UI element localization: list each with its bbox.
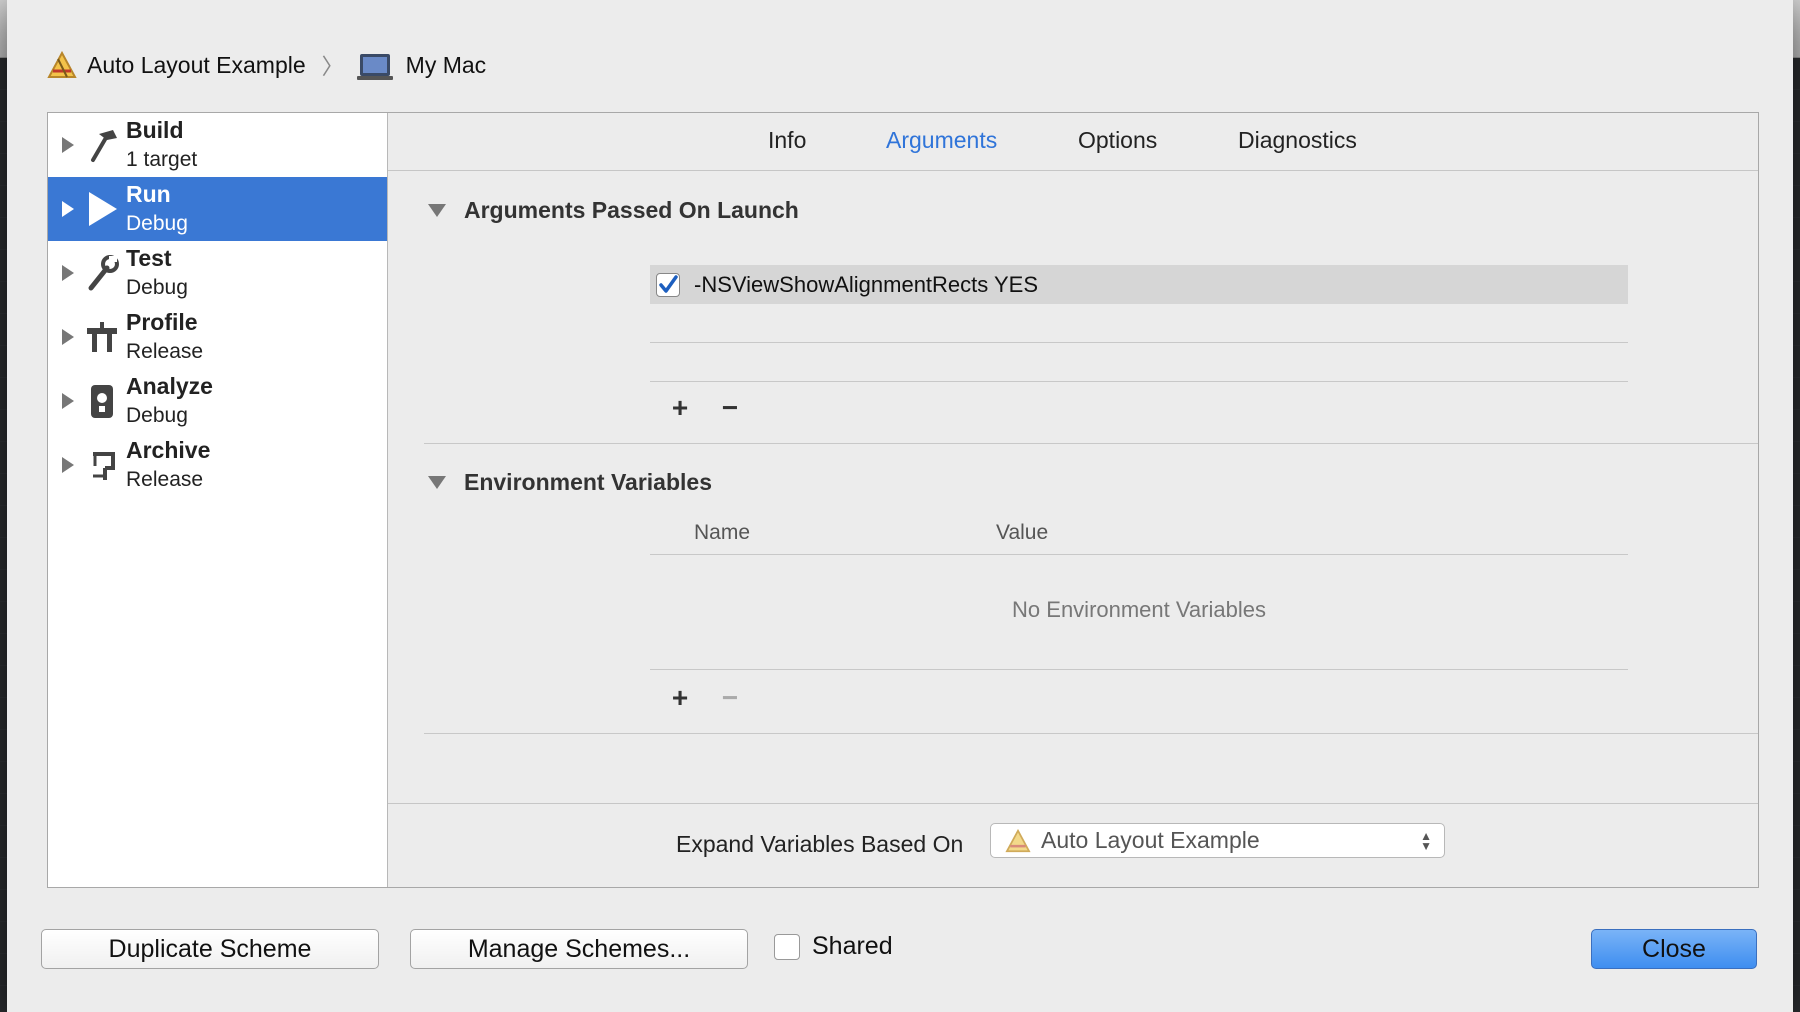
section-divider xyxy=(424,733,1758,734)
scheme-editor-frame: Build 1 target Run Debug Test Debug Prof… xyxy=(47,112,1759,888)
duplicate-scheme-button[interactable]: Duplicate Scheme xyxy=(41,929,379,969)
tab-info[interactable]: Info xyxy=(768,127,806,154)
expand-variables-popup[interactable]: Auto Layout Example ▲ ▼ xyxy=(990,823,1445,858)
sidebar-item-title: Build xyxy=(126,117,184,143)
sidebar-item-title: Run xyxy=(126,181,171,207)
tab-bar: Info Arguments Options Diagnostics xyxy=(388,113,1758,171)
close-button[interactable]: Close xyxy=(1591,929,1757,969)
argument-row[interactable]: -NSViewShowAlignmentRects YES xyxy=(650,265,1628,304)
sidebar-item-subtitle: Release xyxy=(126,340,204,363)
environment-section-header[interactable]: Environment Variables xyxy=(428,469,712,496)
disclosure-triangle-icon[interactable] xyxy=(428,204,446,217)
environment-list-bottom xyxy=(650,669,1628,670)
scheme-action-content: Info Arguments Options Diagnostics Argum… xyxy=(388,113,1758,887)
breadcrumb-project[interactable]: Auto Layout Example xyxy=(87,52,306,79)
tab-arguments[interactable]: Arguments xyxy=(886,127,997,154)
arguments-list-bottom xyxy=(650,381,1628,382)
shared-checkbox-box[interactable] xyxy=(774,933,800,960)
expand-variables-label: Expand Variables Based On xyxy=(676,831,964,857)
column-header-value[interactable]: Value xyxy=(996,521,1048,545)
arguments-row-divider xyxy=(650,342,1628,343)
sidebar-item-title: Test xyxy=(126,245,172,271)
play-icon xyxy=(84,189,120,229)
hammer-icon xyxy=(84,125,120,165)
breadcrumb: Auto Layout Example 〉 My Mac xyxy=(47,48,486,82)
shared-checkbox[interactable]: Shared xyxy=(774,932,893,961)
tab-options[interactable]: Options xyxy=(1078,127,1157,154)
scheme-action-sidebar: Build 1 target Run Debug Test Debug Prof… xyxy=(48,113,388,887)
argument-enabled-checkbox[interactable] xyxy=(656,272,680,297)
column-header-name[interactable]: Name xyxy=(694,521,750,545)
disclosure-triangle-icon[interactable] xyxy=(62,137,74,153)
sidebar-item-run[interactable]: Run Debug xyxy=(48,177,387,241)
wrench-icon xyxy=(84,253,120,293)
disclosure-triangle-icon[interactable] xyxy=(62,265,74,281)
app-target-icon xyxy=(47,50,77,79)
sidebar-item-profile[interactable]: Profile Release xyxy=(48,305,387,369)
sidebar-item-title: Archive xyxy=(126,437,211,463)
tab-diagnostics[interactable]: Diagnostics xyxy=(1238,127,1357,154)
argument-value[interactable]: -NSViewShowAlignmentRects YES xyxy=(694,272,1038,298)
environment-section-title: Environment Variables xyxy=(464,469,712,495)
disclosure-triangle-icon[interactable] xyxy=(62,393,74,409)
sidebar-item-subtitle: Release xyxy=(126,468,204,491)
manage-schemes-button[interactable]: Manage Schemes... xyxy=(410,929,748,969)
remove-argument-button[interactable]: − xyxy=(718,394,742,422)
disclosure-triangle-icon[interactable] xyxy=(62,329,74,345)
breadcrumb-destination[interactable]: My Mac xyxy=(406,52,487,79)
sidebar-item-subtitle: 1 target xyxy=(126,148,198,171)
arguments-section-header[interactable]: Arguments Passed On Launch xyxy=(428,197,799,224)
disclosure-triangle-icon[interactable] xyxy=(62,457,74,473)
sidebar-item-analyze[interactable]: Analyze Debug xyxy=(48,369,387,433)
archive-icon xyxy=(84,445,120,485)
sidebar-item-subtitle: Debug xyxy=(126,276,188,299)
analyze-icon xyxy=(84,381,120,421)
sidebar-item-subtitle: Debug xyxy=(126,404,188,427)
sidebar-item-subtitle: Debug xyxy=(126,212,188,235)
footer-divider xyxy=(388,803,1758,804)
sidebar-item-test[interactable]: Test Debug xyxy=(48,241,387,305)
add-environment-variable-button[interactable]: + xyxy=(668,684,692,712)
remove-environment-variable-button[interactable]: − xyxy=(718,684,742,712)
scheme-editor-sheet: Auto Layout Example 〉 My Mac Build 1 tar… xyxy=(7,0,1793,1012)
checkmark-icon xyxy=(659,274,678,293)
arguments-section-title: Arguments Passed On Launch xyxy=(464,197,799,223)
sidebar-item-title: Profile xyxy=(126,309,198,335)
popup-arrows-icon: ▲ ▼ xyxy=(1420,829,1432,853)
sidebar-item-title: Analyze xyxy=(126,373,213,399)
section-divider xyxy=(424,443,1758,444)
add-argument-button[interactable]: + xyxy=(668,394,692,422)
sidebar-item-archive[interactable]: Archive Release xyxy=(48,433,387,497)
environment-header-divider xyxy=(650,554,1628,555)
disclosure-triangle-icon[interactable] xyxy=(62,201,74,217)
breadcrumb-separator-icon: 〉 xyxy=(321,54,344,79)
expand-variables-value: Auto Layout Example xyxy=(1041,827,1260,853)
sidebar-item-build[interactable]: Build 1 target xyxy=(48,113,387,177)
shared-checkbox-label: Shared xyxy=(812,932,893,960)
instruments-icon xyxy=(84,317,120,357)
disclosure-triangle-icon[interactable] xyxy=(428,476,446,489)
environment-empty-message: No Environment Variables xyxy=(1012,597,1266,622)
app-target-icon xyxy=(1005,828,1031,853)
mac-icon xyxy=(356,54,393,80)
